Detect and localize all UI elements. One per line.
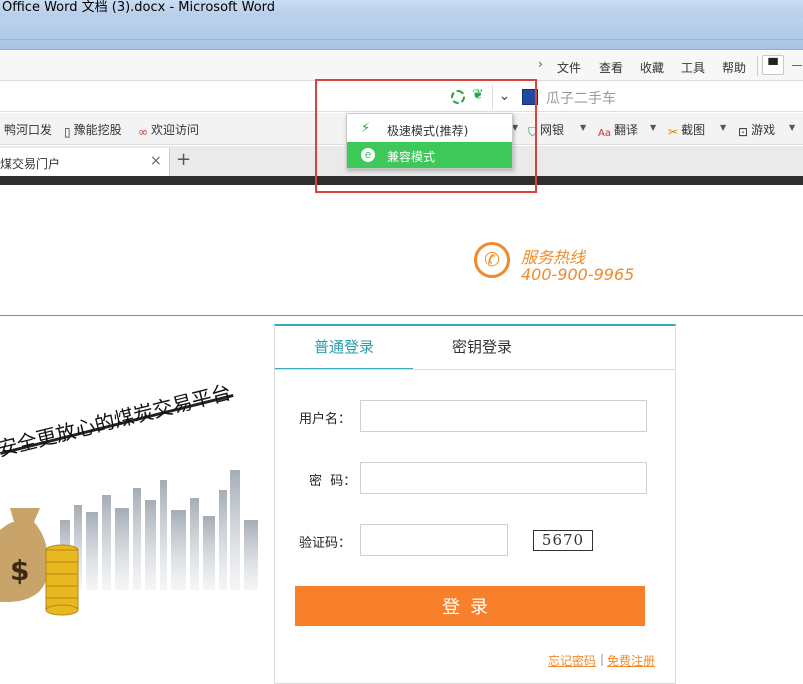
skin-icon[interactable]: ▀ — [762, 55, 784, 75]
links-separator: | — [600, 652, 605, 666]
login-button[interactable]: 登录 — [295, 586, 645, 626]
username-field[interactable] — [360, 400, 647, 432]
register-link[interactable]: 免费注册 — [607, 652, 655, 669]
bookmark-item[interactable]: ▯ 豫能挖股 — [64, 121, 122, 139]
chevron-down-icon[interactable]: ▼ — [789, 123, 795, 132]
hotline-number: 400-900-9965 — [521, 265, 635, 284]
menu-help[interactable]: 帮助 — [722, 59, 746, 76]
minimize-icon[interactable] — [792, 65, 802, 66]
search-input[interactable]: 瓜子二手车 — [546, 88, 616, 108]
menu-file[interactable]: 文件 — [557, 59, 581, 76]
tab-key-login[interactable]: 密钥登录 — [413, 326, 551, 370]
chevron-down-icon[interactable]: ▼ — [650, 123, 656, 132]
login-panel: 普通登录 密钥登录 用户名： 密 码： 验证码： 5670 登录 忘记密码 | … — [274, 324, 676, 684]
scissors-icon: ✂ — [668, 125, 679, 139]
tab-label: 煤交易门户 — [0, 157, 61, 171]
annotation-box — [315, 79, 537, 193]
forgot-password-link[interactable]: 忘记密码 — [548, 652, 596, 669]
tab-normal-login[interactable]: 普通登录 — [275, 326, 413, 370]
svg-text:$: $ — [10, 554, 29, 587]
password-label: 密 码： — [309, 474, 357, 489]
bookmark-item[interactable]: 鸭河口发 — [4, 121, 52, 138]
translate-icon: Aa — [598, 128, 611, 139]
chevron-down-icon[interactable]: ▼ — [720, 123, 726, 132]
captcha-field[interactable] — [360, 524, 508, 556]
phone-icon: ✆ — [474, 242, 510, 278]
captcha-label: 验证码： — [299, 536, 352, 551]
username-label: 用户名： — [299, 412, 352, 427]
menu-tools[interactable]: 工具 — [681, 59, 705, 76]
menu-favorites[interactable]: 收藏 — [640, 59, 664, 76]
browser-menu-bar: › 文件 查看 收藏 工具 帮助 ▀ — [0, 51, 803, 81]
chevron-down-icon[interactable]: ▼ — [580, 123, 586, 132]
link-icon: ∞ — [138, 125, 148, 139]
gamepad-icon: ⊡ — [738, 125, 749, 139]
bookmark-item[interactable]: ✂ 截图 — [668, 121, 705, 139]
window-title: Office Word 文档 (3).docx - Microsoft Word — [2, 0, 276, 15]
menu-view[interactable]: 查看 — [599, 59, 623, 76]
window-titlebar: Office Word 文档 (3).docx - Microsoft Word — [0, 0, 803, 17]
tabs-divider — [275, 369, 675, 370]
menu-divider — [757, 56, 758, 76]
header-divider — [0, 315, 803, 316]
bookmark-item[interactable]: ⊡ 游戏 — [738, 121, 775, 139]
captcha-image[interactable]: 5670 — [533, 530, 593, 551]
page-icon: ▯ — [64, 125, 71, 139]
new-tab-button[interactable]: + — [176, 149, 191, 170]
password-field[interactable] — [360, 462, 647, 494]
bookmark-item[interactable]: ∞ 欢迎访问 — [138, 121, 199, 139]
gold-coins-image — [45, 544, 79, 616]
bookmark-item[interactable]: Aa 翻译 — [598, 121, 638, 139]
tab-active[interactable]: 煤交易门户 × — [0, 148, 170, 176]
menu-expand-icon[interactable]: › — [538, 57, 543, 71]
close-icon[interactable]: × — [150, 153, 162, 169]
ribbon-strip — [0, 17, 803, 50]
